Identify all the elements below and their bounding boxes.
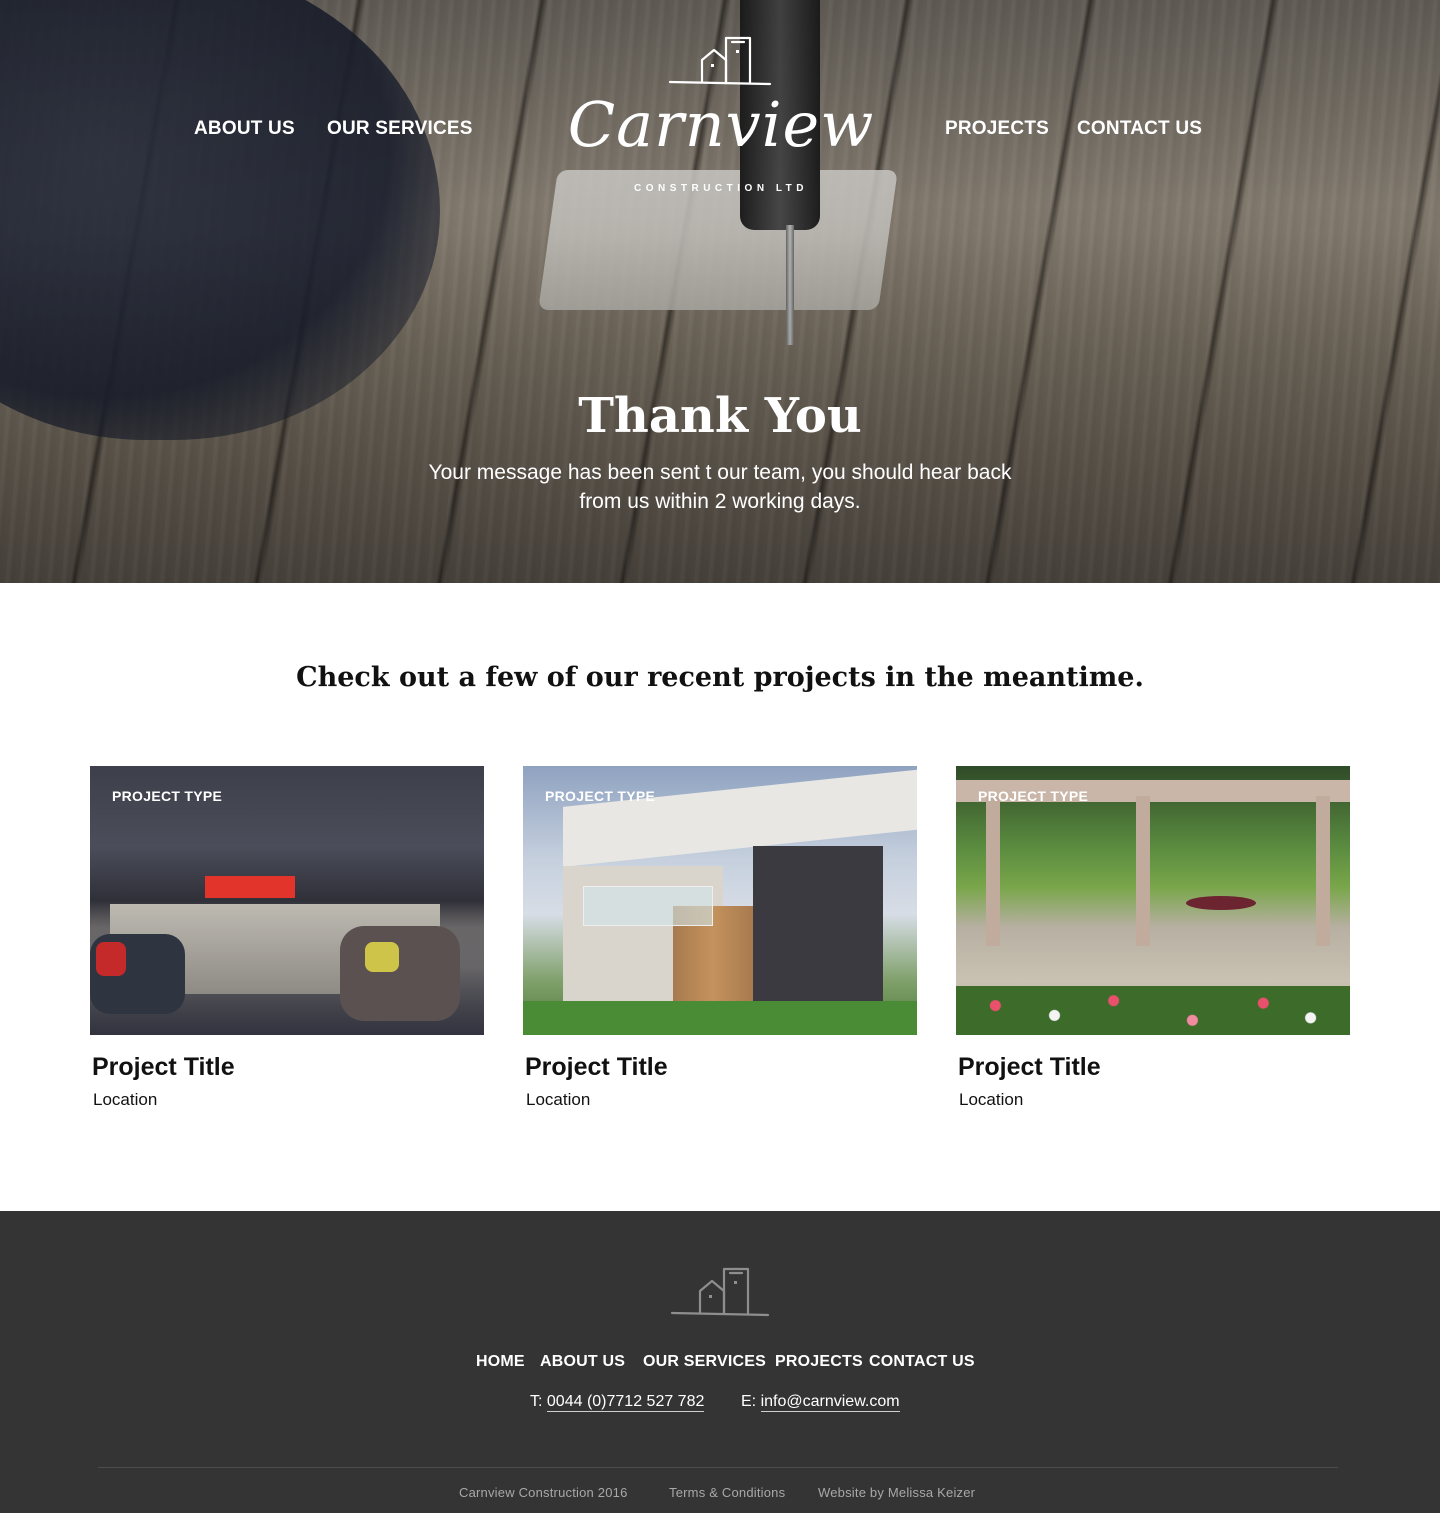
project-type-label: PROJECT TYPE — [978, 788, 1089, 804]
hero-title: Thank You — [578, 388, 862, 444]
hero-message-line-1: Your message has been sent t our team, y… — [428, 461, 1012, 484]
hero-message-line-2: from us within 2 working days. — [579, 490, 861, 513]
project-title[interactable]: Project Title — [525, 1053, 917, 1082]
hero-message: Your message has been sent t our team, y… — [390, 458, 1050, 516]
footer: HOME ABOUT US OUR SERVICES PROJECTS CONT… — [0, 1211, 1440, 1513]
image-detail — [365, 942, 399, 972]
project-card[interactable]: PROJECT TYPE Project Title Location — [523, 766, 917, 1110]
image-detail — [583, 886, 713, 926]
footer-nav-about-us[interactable]: ABOUT US — [540, 1353, 625, 1371]
nav-about-us[interactable]: ABOUT US — [194, 118, 295, 140]
footer-email: E: info@carnview.com — [741, 1393, 900, 1412]
footer-terms-link[interactable]: Terms & Conditions — [669, 1485, 785, 1500]
footer-copyright: Carnview Construction 2016 — [459, 1485, 628, 1500]
footer-nav-projects[interactable]: PROJECTS — [775, 1353, 863, 1371]
projects-heading: Check out a few of our recent projects i… — [296, 662, 1144, 693]
phone-link[interactable]: 0044 (0)7712 527 782 — [546, 1393, 705, 1412]
project-title[interactable]: Project Title — [92, 1053, 484, 1082]
project-image[interactable]: PROJECT TYPE — [523, 766, 917, 1035]
nav-our-services[interactable]: OUR SERVICES — [327, 118, 473, 140]
hero-banner: ABOUT US OUR SERVICES Carnview CONSTRUCT… — [0, 0, 1440, 583]
footer-nav-home[interactable]: HOME — [476, 1353, 525, 1371]
logo-tagline: CONSTRUCTION LTD — [633, 183, 809, 194]
footer-divider — [98, 1467, 1338, 1468]
image-detail — [1136, 796, 1150, 946]
footer-phone: T: 0044 (0)7712 527 782 — [530, 1393, 705, 1412]
project-title[interactable]: Project Title — [958, 1053, 1350, 1082]
image-detail — [96, 942, 126, 976]
house-outline-icon[interactable] — [670, 1267, 770, 1319]
nav-projects[interactable]: PROJECTS — [945, 118, 1049, 140]
footer-nav-our-services[interactable]: OUR SERVICES — [643, 1353, 766, 1371]
project-image[interactable]: PROJECT TYPE — [956, 766, 1350, 1035]
project-location: Location — [959, 1090, 1024, 1109]
project-location: Location — [93, 1090, 158, 1109]
project-card[interactable]: PROJECT TYPE Project Title Location — [90, 766, 484, 1110]
project-card[interactable]: PROJECT TYPE Project Title Location — [956, 766, 1350, 1110]
email-link[interactable]: info@carnview.com — [760, 1393, 900, 1412]
image-detail — [340, 926, 460, 1021]
house-outline-icon — [668, 36, 772, 86]
image-detail — [986, 796, 1000, 946]
project-type-label: PROJECT TYPE — [112, 788, 223, 804]
logo-wordmark: Carnview — [567, 88, 875, 161]
site-logo[interactable]: Carnview CONSTRUCTION LTD — [566, 34, 876, 199]
image-detail — [1316, 796, 1330, 946]
footer-nav-contact-us[interactable]: CONTACT US — [869, 1353, 975, 1371]
image-detail — [1186, 896, 1256, 910]
image-detail — [205, 876, 295, 898]
project-location: Location — [526, 1090, 591, 1109]
phone-label: T: — [530, 1393, 543, 1410]
nav-contact-us[interactable]: CONTACT US — [1077, 118, 1202, 140]
image-detail — [523, 1001, 917, 1035]
image-detail — [956, 986, 1350, 1035]
project-image[interactable]: PROJECT TYPE — [90, 766, 484, 1035]
email-label: E: — [741, 1393, 757, 1410]
project-type-label: PROJECT TYPE — [545, 788, 656, 804]
footer-credit-link[interactable]: Website by Melissa Keizer — [818, 1485, 975, 1500]
